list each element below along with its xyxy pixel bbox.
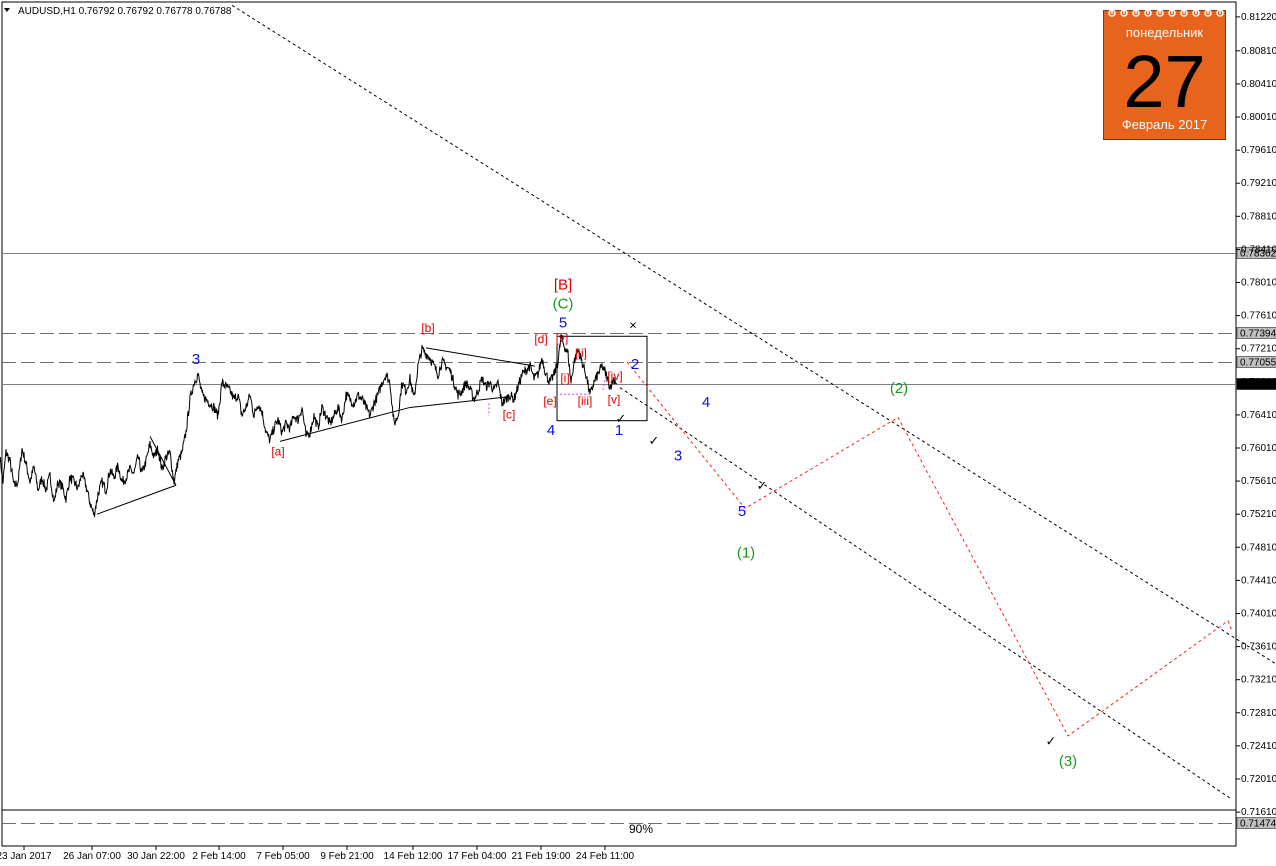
wave-label: × — [629, 317, 637, 332]
y-tick-label: 0.80010 — [1241, 112, 1276, 123]
y-tick-label: 0.72810 — [1241, 708, 1276, 719]
y-tick-label: 0.74810 — [1241, 542, 1276, 553]
y-tick-label: 0.73610 — [1241, 642, 1276, 653]
wave-label: [ii] — [575, 346, 587, 360]
wave-label: ✓ — [649, 433, 660, 448]
x-tick-label: 2 Feb 14:00 — [192, 851, 246, 862]
x-tick-label: 9 Feb 21:00 — [320, 851, 374, 862]
y-tick-label: 0.76810 — [1241, 377, 1276, 388]
price-level-tag: 0.77394 — [1236, 327, 1276, 340]
y-tick-label: 0.78810 — [1241, 211, 1276, 222]
wave-label: 5 — [559, 314, 567, 331]
svg-text:0.77055: 0.77055 — [1240, 358, 1276, 369]
wave-label: 3 — [192, 351, 200, 368]
wave-label: (3) — [1059, 753, 1077, 770]
price-chart[interactable]: 0.783620.773940.770550.767880.71474 [B](… — [0, 0, 1276, 866]
projection-path[interactable] — [626, 361, 1233, 737]
triangle-line[interactable] — [279, 406, 411, 442]
wave-label: 2 — [631, 356, 639, 373]
x-tick-label: 7 Feb 05:00 — [256, 851, 310, 862]
price-line — [0, 334, 618, 518]
y-tick-label: 0.77610 — [1241, 311, 1276, 322]
calendar-widget: понедельник 27 Февраль 2017 — [1103, 8, 1226, 140]
calendar-rings-icon — [1108, 8, 1224, 17]
svg-text:0.71474: 0.71474 — [1240, 819, 1276, 830]
wave-label: [c] — [503, 407, 516, 421]
y-tick-label: 0.76410 — [1241, 410, 1276, 421]
chart-menu-arrow-icon[interactable] — [4, 8, 10, 12]
zoom-percent: 90% — [629, 822, 653, 836]
calendar-day: 27 — [1123, 40, 1206, 123]
wave-label: ✓ — [757, 478, 768, 493]
calendar-weekday: понедельник — [1125, 25, 1204, 40]
wave-label: [d] — [534, 332, 547, 346]
wave-labels: [B] (C) 5 [b] [d] [v] [ii] [i] [iv] [e] [iii] [v] [c… — [192, 276, 1077, 770]
y-tick-label: 0.79610 — [1241, 145, 1276, 156]
y-tick-label: 0.71610 — [1241, 807, 1276, 818]
y-tick-label: 0.79210 — [1241, 178, 1276, 189]
y-tick-label: 0.72010 — [1241, 774, 1276, 785]
x-tick-label: 24 Feb 11:00 — [576, 851, 635, 862]
price-level-tag: 0.71474 — [1236, 817, 1276, 830]
x-axis: 23 Jan 2017 26 Jan 07:00 30 Jan 22:00 2 Feb… — [0, 846, 635, 862]
wave-label: [B] — [554, 276, 572, 293]
price-series — [0, 334, 618, 518]
wave-label: 5 — [738, 503, 746, 520]
y-tick-label: 0.75210 — [1241, 509, 1276, 520]
wave-label: ✓ — [1046, 733, 1057, 748]
x-tick-label: 26 Jan 07:00 — [63, 851, 121, 862]
y-tick-label: 0.80810 — [1241, 46, 1276, 57]
triangle-line[interactable] — [96, 484, 177, 515]
price-levels: 0.783620.773940.770550.767880.71474 — [2, 247, 1276, 830]
x-tick-label: 21 Feb 19:00 — [512, 851, 571, 862]
wave-label: 4 — [702, 394, 710, 411]
y-tick-label: 0.74410 — [1241, 575, 1276, 586]
y-tick-label: 0.80410 — [1241, 79, 1276, 90]
wave-label: (C) — [553, 295, 574, 312]
y-tick-label: 0.78010 — [1241, 278, 1276, 289]
triangle-line[interactable] — [149, 436, 177, 486]
y-tick-label: 0.72410 — [1241, 741, 1276, 752]
y-tick-label: 0.78410 — [1241, 244, 1276, 255]
wave-label: [iv] — [607, 369, 622, 383]
wave-label: [b] — [421, 321, 434, 335]
wave-label: (1) — [737, 545, 755, 562]
y-tick-label: 0.74010 — [1241, 608, 1276, 619]
wave-label: (2) — [890, 380, 908, 397]
svg-text:0.77394: 0.77394 — [1240, 329, 1276, 340]
wave-label: [v] — [556, 331, 569, 345]
chart-header: AUDUSD,H1 0.76792 0.76792 0.76778 0.7678… — [18, 6, 232, 17]
y-tick-label: 0.73210 — [1241, 675, 1276, 686]
y-tick-label: 0.81220 — [1241, 12, 1276, 23]
wave-label: 3 — [674, 448, 682, 465]
wave-label: 4 — [547, 422, 555, 439]
wave-label: [i] — [560, 371, 569, 385]
y-axis: 0.81220 0.80810 0.80410 0.80010 0.79610 0.792… — [1236, 12, 1276, 818]
triangle-line[interactable] — [409, 396, 511, 408]
x-tick-label: 14 Feb 12:00 — [384, 851, 443, 862]
x-tick-label: 23 Jan 2017 — [0, 851, 52, 862]
y-tick-label: 0.76010 — [1241, 443, 1276, 454]
y-tick-label: 0.75610 — [1241, 476, 1276, 487]
wave-label: [v] — [608, 392, 621, 406]
price-level-tag: 0.77055 — [1236, 356, 1276, 369]
wave-label: [iii] — [578, 394, 593, 408]
wave-label: [e] — [543, 394, 556, 408]
wave-label: ✓ — [616, 411, 627, 426]
x-tick-label: 17 Feb 04:00 — [448, 851, 507, 862]
channel-line[interactable] — [619, 387, 1231, 799]
y-tick-label: 0.77210 — [1241, 344, 1276, 355]
x-tick-label: 30 Jan 22:00 — [127, 851, 185, 862]
calendar-month: Февраль 2017 — [1121, 117, 1208, 132]
chart-overlays — [96, 4, 1276, 799]
wave-label: [a] — [271, 445, 284, 459]
